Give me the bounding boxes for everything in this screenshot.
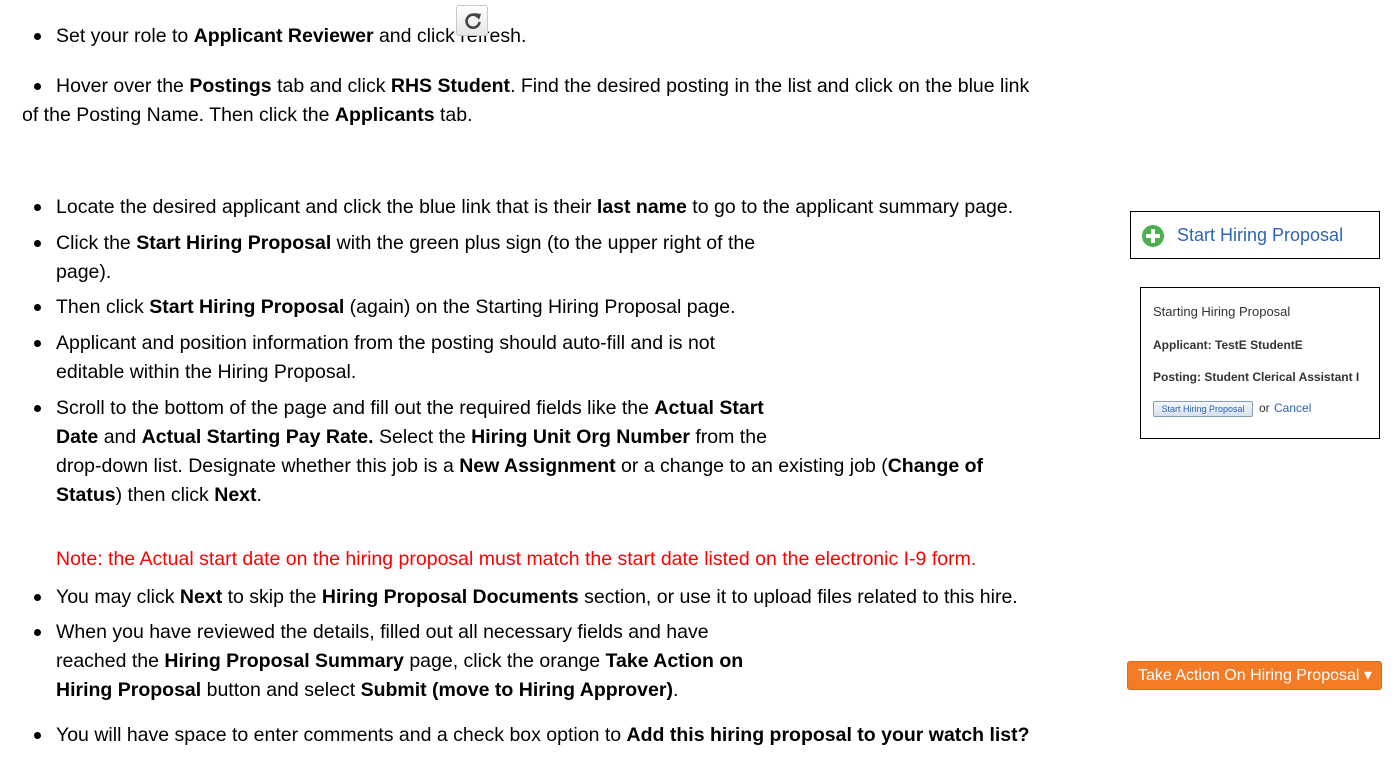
step-text: Then click Start Hiring Proposal (again)… — [56, 296, 736, 318]
green-plus-icon — [1142, 225, 1164, 247]
panel-start-button[interactable]: Start Hiring Proposal — [1153, 401, 1253, 417]
panel-applicant: Applicant: TestE StudentE — [1153, 338, 1303, 352]
step-text: Status) then click Next. — [56, 484, 262, 506]
note-text: Note: the Actual start date on the hirin… — [56, 548, 977, 570]
bullet — [34, 304, 41, 311]
step-text: You may click Next to skip the Hiring Pr… — [56, 586, 1018, 608]
step-text: editable within the Hiring Proposal. — [56, 361, 357, 383]
bullet — [34, 594, 41, 601]
step-text: Applicant and position information from … — [56, 332, 716, 354]
bullet — [34, 83, 41, 90]
bullet — [34, 33, 41, 40]
step-text: Hover over the Postings tab and click RH… — [56, 75, 1030, 97]
step-text: Scroll to the bottom of the page and fil… — [56, 397, 764, 419]
bullet — [34, 732, 41, 739]
bullet — [34, 340, 41, 347]
step-text: Hiring Proposal button and select Submit… — [56, 679, 679, 701]
refresh-button[interactable] — [456, 5, 488, 36]
start-hiring-proposal-button[interactable]: Start Hiring Proposal — [1130, 211, 1380, 259]
bullet — [34, 204, 41, 211]
bullet — [34, 405, 41, 412]
starting-hiring-proposal-panel: Starting Hiring Proposal Applicant: Test… — [1140, 287, 1380, 439]
panel-title: Starting Hiring Proposal — [1153, 304, 1291, 319]
step-text: drop-down list. Designate whether this j… — [56, 455, 984, 477]
step-text: Date and Actual Starting Pay Rate. Selec… — [56, 426, 767, 448]
bullet — [34, 240, 41, 247]
panel-or-text: or — [1259, 401, 1270, 415]
panel-cancel-link[interactable]: Cancel — [1274, 401, 1311, 415]
step-text: Click the Start Hiring Proposal with the… — [56, 232, 756, 254]
step-text: You will have space to enter comments an… — [56, 724, 1030, 746]
step-text: reached the Hiring Proposal Summary page… — [56, 650, 744, 672]
take-action-button[interactable]: Take Action On Hiring Proposal ▾ — [1127, 661, 1382, 690]
instruction-document: Set your role to Applicant Reviewer and … — [0, 0, 1395, 759]
step-text: of the Posting Name. Then click the Appl… — [22, 104, 473, 126]
step-text: Locate the desired applicant and click t… — [56, 196, 1014, 218]
bullet — [34, 629, 41, 636]
start-hiring-proposal-label: Start Hiring Proposal — [1177, 225, 1344, 245]
step-text: page). — [56, 261, 112, 283]
step-text: When you have reviewed the details, fill… — [56, 621, 709, 643]
refresh-icon — [465, 13, 481, 29]
panel-posting: Posting: Student Clerical Assistant I — [1153, 370, 1360, 384]
